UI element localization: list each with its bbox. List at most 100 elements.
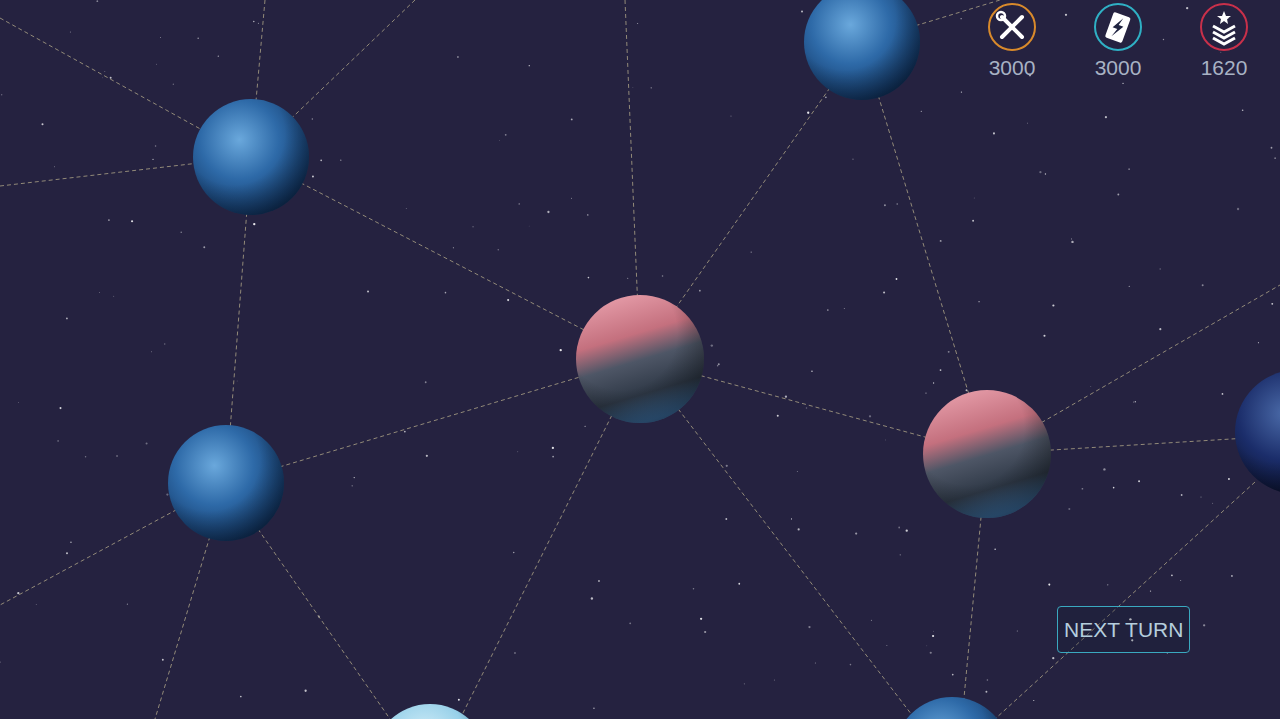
star [898,527,900,529]
star [127,604,128,605]
star [258,23,259,24]
star [253,223,255,225]
star [155,145,156,146]
route-line [251,157,640,359]
star [164,343,166,345]
star [987,679,989,681]
star [203,246,205,248]
star [155,63,157,65]
resource-counter: 3000 [972,2,1052,79]
star [1,94,2,95]
star [1212,503,1213,504]
star [1271,147,1273,149]
star [560,349,562,351]
star [777,415,779,417]
star [1039,171,1041,173]
star [173,83,174,84]
star [102,77,104,79]
route-line [640,359,915,719]
star [906,530,908,532]
planet[interactable] [804,0,920,100]
star [885,439,887,441]
star [843,308,845,310]
star [1105,116,1107,118]
star [54,166,55,167]
star [925,392,926,393]
star [151,351,153,353]
resource-bar: 3000 3000 1620 [972,2,1264,79]
star [730,116,731,117]
star [1135,401,1136,402]
star [57,440,58,441]
star [932,635,934,637]
star [17,592,19,594]
planet[interactable] [923,390,1051,518]
star [850,664,852,666]
star [505,134,507,136]
planet[interactable] [894,697,1010,719]
planet[interactable] [372,704,488,719]
star [926,645,928,647]
star [744,683,745,684]
planet[interactable] [576,295,704,423]
star [869,415,871,417]
star [1016,630,1018,632]
route-line [862,42,987,454]
star [807,112,809,114]
star [69,31,71,33]
star [405,208,407,210]
next-turn-button[interactable]: NEXT TURN [1057,606,1190,653]
planet[interactable] [1235,370,1280,494]
star [458,699,460,701]
resource-value: 3000 [1095,56,1142,79]
star [1133,401,1134,402]
star [0,661,1,662]
star [1163,39,1164,40]
star [1027,122,1029,124]
star [96,0,98,2]
star [825,97,827,99]
star [160,37,162,39]
star [808,626,810,628]
star [591,597,593,599]
star [472,226,473,227]
star [66,318,68,320]
star [312,175,314,177]
star [1045,173,1046,174]
star [896,203,897,204]
star [1203,624,1205,626]
star [718,363,720,365]
star [18,402,20,404]
star [948,351,950,353]
star [637,23,639,25]
planet[interactable] [168,425,284,541]
star [507,299,509,301]
energy-icon [1093,2,1143,52]
star [528,225,530,227]
star [1033,700,1034,701]
resource-value: 3000 [989,56,1036,79]
star [236,380,238,382]
star [1180,580,1182,582]
star [883,291,885,293]
star [42,123,44,125]
star [1128,168,1129,169]
star [552,456,554,458]
star [304,690,306,692]
star [457,56,458,57]
star [1068,508,1070,510]
star [1043,335,1045,337]
star [961,91,962,92]
star [1071,241,1073,243]
star [952,674,954,676]
star [940,240,942,242]
star [588,277,590,279]
star [585,426,586,427]
star [180,232,182,234]
star [966,389,968,391]
star [404,431,406,433]
star [552,447,554,449]
planet[interactable] [193,99,309,215]
star [940,369,942,371]
resource-value: 1620 [1201,56,1248,79]
